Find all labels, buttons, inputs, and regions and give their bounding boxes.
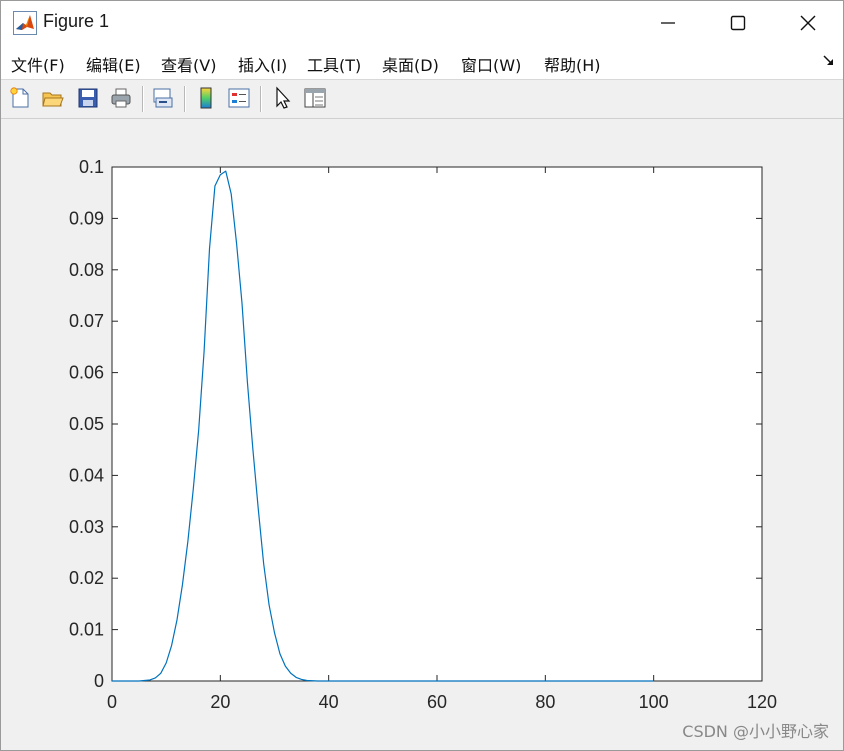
toolbar-separator [142,86,144,112]
property-inspector-icon [304,88,326,108]
menu-file[interactable]: 文件(F) [11,52,65,76]
menu-bar: 文件(F) 编辑(E) 查看(V) 插入(I) 工具(T) 桌面(D) 窗口(W… [1,45,843,80]
maximize-button[interactable] [703,1,773,45]
maximize-icon [730,15,746,31]
matlab-logo-icon [13,11,37,35]
minimize-button[interactable] [633,1,703,45]
figure-canvas: 0 20 40 60 80 100 120 0 0.01 0.02 0.03 0.04 0.05 0.06… [1,119,843,750]
window-title: Figure 1 [43,11,110,31]
y-tick-label: 0 [94,671,104,691]
y-tick-label: 0.02 [69,568,104,588]
dock-arrow-icon[interactable] [823,55,835,67]
menu-tools[interactable]: 工具(T) [307,52,361,76]
line-plot[interactable]: 0 20 40 60 80 100 120 0 0.01 0.02 0.03 0.04 0.05 0.06… [1,119,843,750]
close-button[interactable] [773,1,843,45]
toolbar-separator [184,86,186,112]
x-tick-label: 100 [639,692,669,712]
y-tick-label: 0.05 [69,414,104,434]
property-inspector-button[interactable] [301,84,329,112]
menu-insert[interactable]: 插入(I) [238,52,287,76]
y-tick-label: 0.09 [69,208,104,228]
legend-button[interactable] [225,84,253,112]
figure-window: Figure 1 文件(F) 编辑(E) 查看(V) 插入(I) 工具(T) 桌… [0,0,844,751]
print-icon [111,88,131,108]
menu-help[interactable]: 帮助(H) [544,52,601,76]
menu-window[interactable]: 窗口(W) [461,52,521,76]
link-plot-icon [153,88,173,108]
toolbar-separator [260,86,262,112]
new-figure-icon [10,87,29,108]
csdn-watermark: CSDN @小小野心家 [682,722,829,741]
x-tick-label: 60 [427,692,447,712]
colorbar-button[interactable] [192,84,220,112]
y-tick-label: 0.01 [69,620,104,640]
new-figure-button[interactable] [6,84,34,112]
toolbar [1,80,843,119]
link-plot-button[interactable] [149,84,177,112]
y-tick-label: 0.1 [79,157,104,177]
y-tick-label: 0.07 [69,311,104,331]
title-bar[interactable]: Figure 1 [1,1,843,45]
y-tick-label: 0.08 [69,260,104,280]
open-file-icon [42,92,64,107]
pointer-icon [276,86,291,109]
y-tick-label: 0.04 [69,465,104,485]
menu-view[interactable]: 查看(V) [161,52,216,76]
save-button[interactable] [74,84,102,112]
x-tick-label: 40 [319,692,339,712]
colorbar-icon [200,87,212,109]
print-button[interactable] [107,84,135,112]
x-tick-label: 20 [210,692,230,712]
x-tick-label: 120 [747,692,777,712]
x-tick-label: 0 [107,692,117,712]
y-tick-label: 0.06 [69,363,104,383]
legend-icon [228,88,250,108]
close-icon [800,15,816,31]
menu-desktop[interactable]: 桌面(D) [382,52,439,76]
minimize-icon [661,22,675,24]
x-tick-label: 80 [535,692,555,712]
menu-edit[interactable]: 编辑(E) [86,52,141,76]
open-file-button[interactable] [39,84,67,112]
save-icon [78,88,98,108]
pointer-button[interactable] [269,84,297,112]
y-tick-label: 0.03 [69,517,104,537]
